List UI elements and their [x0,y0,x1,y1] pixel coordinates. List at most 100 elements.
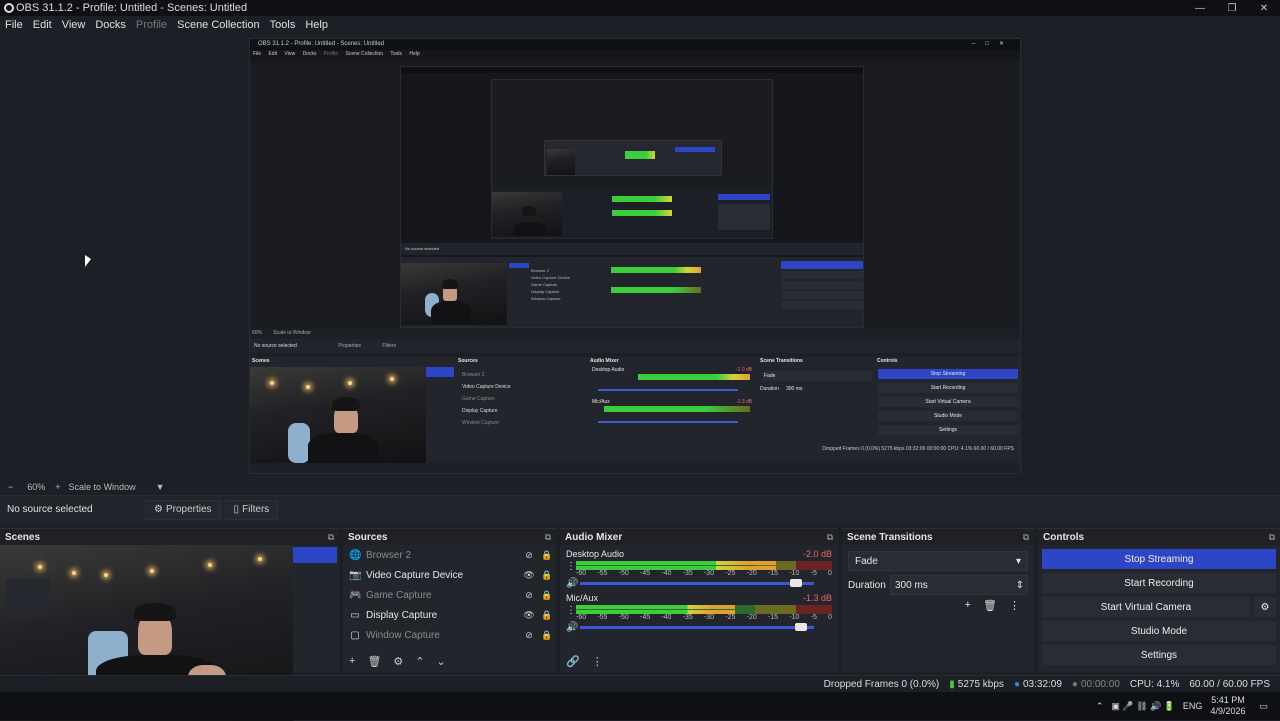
nested-4-stop-button [675,147,715,152]
studio-mode-button[interactable]: Studio Mode [1042,621,1276,641]
nested-2-webcam [401,263,507,325]
clock[interactable]: 5:41 PM 4/9/2026 [1210,695,1245,717]
speaker-icon[interactable]: 🔊 [566,578,580,589]
language-indicator[interactable]: ENG [1183,701,1203,711]
advanced-audio-icon[interactable]: 🔗 [566,655,580,668]
nested-transitions-title: Scene Transitions [760,358,803,364]
source-label: Display Capture [366,609,438,621]
meter-scale: -60 -55 -50 -45 -40 -35 -30 -25 -20 -15 … [576,570,832,577]
menu-edit[interactable]: Edit [33,19,52,31]
visibility-hidden-icon[interactable]: ⊘ [520,590,538,601]
start-virtual-camera-button[interactable]: Start Virtual Camera [1042,597,1250,617]
volume-slider-handle[interactable] [790,579,803,587]
selected-scene-row[interactable] [293,547,337,563]
chevron-down-icon: ▾ [1015,555,1021,567]
volume-slider[interactable] [580,623,814,631]
source-item[interactable]: ▭ Display Capture 👁 🔒 [343,605,556,625]
eye-icon[interactable]: 👁 [520,610,538,621]
stop-streaming-button[interactable]: Stop Streaming [1042,549,1276,569]
nested-menu-view: View [284,51,296,57]
lock-icon[interactable]: 🔒 [538,550,556,561]
scale-tick: -25 [725,570,736,577]
volume-slider-handle[interactable] [794,623,807,631]
visibility-hidden-icon[interactable]: ⊘ [520,550,538,561]
menu-scene-collection[interactable]: Scene Collection [177,19,260,31]
browser-source-icon: 🌐 [349,549,362,561]
popout-icon[interactable]: ⧉ [1269,532,1275,543]
lock-icon[interactable]: 🔒 [538,590,556,601]
gear-icon[interactable]: ⚙ [1254,597,1276,617]
settings-button[interactable]: Settings [1042,645,1276,665]
source-item[interactable]: 📷 Video Capture Device 👁 🔒 [343,565,556,585]
properties-label: Properties [165,504,212,515]
remove-source-button[interactable]: 🗑 [367,655,381,668]
source-item[interactable]: ▢ Window Capture ⊘ 🔒 [343,625,556,645]
notification-icon[interactable]: ▭ [1259,701,1268,712]
menu-view[interactable]: View [62,19,86,31]
start-recording-button[interactable]: Start Recording [1042,573,1276,593]
clock-time: 5:41 PM [1211,695,1245,705]
scene-transitions-dock: Scene Transitions ⧉ Fade ▾ Duration 300 … [842,528,1034,672]
source-item[interactable]: 🎮 Game Capture ⊘ 🔒 [343,585,556,605]
scale-tick: -60 [576,614,587,621]
nested-source-list: Browser 2 Video Capture Device Game Capt… [462,369,511,429]
status-bar: Dropped Frames 0 (0.0%) ▮ 5275 kbps ● 03… [0,675,1280,692]
visibility-hidden-icon[interactable]: ⊘ [520,630,538,641]
filters-label: Filters [242,504,270,515]
nested-obs-capture: OBS 31.1.2 - Profile: Untitled - Scenes:… [249,38,1021,474]
add-transition-button[interactable]: + [965,599,971,612]
remove-transition-button[interactable]: 🗑 [983,599,997,612]
mixer-menu-icon[interactable]: ⋮ [592,655,603,668]
eye-icon[interactable]: 👁 [520,570,538,581]
volume-row: 🔊 [566,622,832,633]
channel-menu-icon[interactable]: ⋮ [566,605,576,616]
move-down-button[interactable]: ⌄ [437,655,446,668]
popout-icon[interactable]: ⧉ [545,532,551,543]
scale-tick: -55 [597,614,608,621]
obs-logo-icon [4,3,14,13]
scale-mode-select[interactable]: Scale to Window [69,482,136,492]
windows-taskbar: ⌃ ▣ 🎤 ⛓ 🔊 🔋 ENG 5:41 PM 4/9/2026 ▭ [0,692,1280,720]
close-button[interactable]: ✕ [1248,0,1280,16]
zoom-in-button[interactable]: + [55,482,60,492]
restore-button[interactable]: ❐ [1216,0,1248,16]
lock-icon[interactable]: 🔒 [538,570,556,581]
zoom-out-button[interactable]: − [8,482,13,492]
popout-icon[interactable]: ⧉ [1023,532,1029,543]
nested-properties: Properties [338,343,361,349]
source-properties-button[interactable]: ⚙ [393,655,403,668]
nested-start-virtual-camera: Start Virtual Camera [878,397,1018,407]
monitor-source-icon: ▭ [350,609,360,621]
properties-button[interactable]: ⚙ Properties [145,499,221,520]
add-source-button[interactable]: + [349,655,355,668]
nested-source-item: Video Capture Device [462,384,511,390]
channel-menu-icon[interactable]: ⋮ [566,561,576,572]
menu-help[interactable]: Help [305,19,328,31]
transition-menu-icon[interactable]: ⋮ [1009,599,1020,612]
minimize-button[interactable]: — [1184,0,1216,16]
duration-input[interactable]: 300 ms ⇕ [890,575,1028,595]
filters-button[interactable]: ▯ Filters [224,499,279,520]
speaker-icon[interactable]: 🔊 [566,622,580,633]
popout-icon[interactable]: ⧉ [328,532,334,543]
tray-icons[interactable]: ▣ 🎤 ⛓ 🔊 🔋 [1111,701,1175,712]
scale-mode-dropdown-icon[interactable]: ▼ [156,482,165,492]
lock-icon[interactable]: 🔒 [538,610,556,621]
menu-tools[interactable]: Tools [270,19,296,31]
nested-title: OBS 31.1.2 - Profile: Untitled - Scenes:… [258,41,385,47]
nested-menu-profile: Profile [323,51,339,57]
lock-icon[interactable]: 🔒 [538,630,556,641]
mixer-channel-desktop: Desktop Audio -2.0 dB ⋮ -60 -55 -50 -45 … [560,545,838,589]
menu-file[interactable]: File [5,19,23,31]
menu-docks[interactable]: Docks [95,19,126,31]
menu-profile[interactable]: Profile [136,19,167,31]
popout-icon[interactable]: ⧉ [827,532,833,543]
tray-chevron-icon[interactable]: ⌃ [1096,701,1104,712]
source-item[interactable]: 🌐 Browser 2 ⊘ 🔒 [343,545,556,565]
nested-volume-2 [598,421,738,423]
spin-arrows-icon[interactable]: ⇕ [1016,580,1024,591]
transition-select[interactable]: Fade ▾ [848,551,1028,571]
move-up-button[interactable]: ⌃ [415,655,424,668]
volume-slider[interactable] [580,579,814,587]
volume-meter [576,561,832,570]
